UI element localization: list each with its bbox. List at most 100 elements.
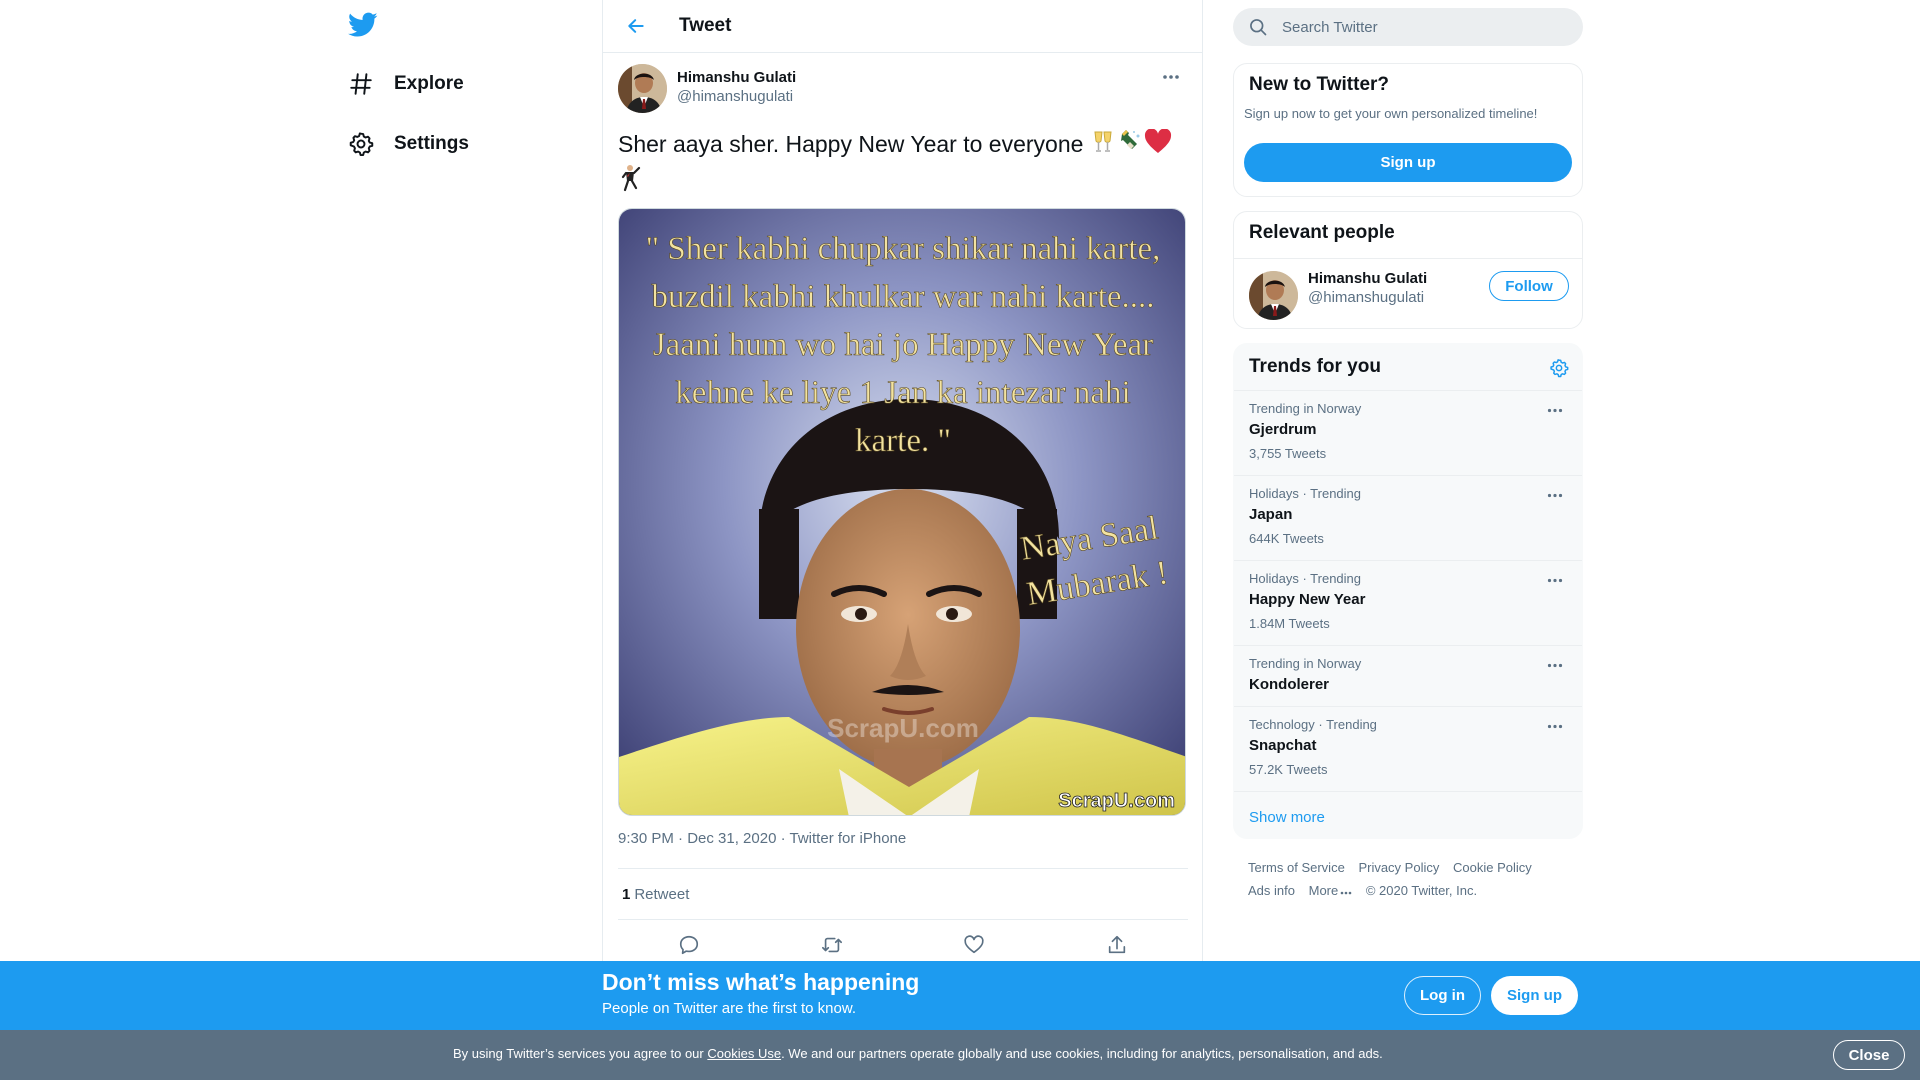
footer-link-cookie[interactable]: Cookie Policy [1453, 860, 1532, 875]
tweet-image[interactable]: " Sher kabhi chupkar shikar nahi karte, … [618, 208, 1186, 816]
image-quote-line-3: Jaani hum wo hai jo Happy New Year [653, 327, 1153, 363]
meta-separator: · [780, 830, 790, 847]
more-dots-icon [1340, 891, 1352, 895]
person-name[interactable]: Himanshu Gulati [1308, 270, 1427, 287]
more-options-icon[interactable] [1542, 569, 1568, 591]
follow-button[interactable]: Follow [1489, 271, 1569, 301]
trends-header: Trends for you [1234, 344, 1582, 390]
banner-subtitle: People on Twitter are the first to know. [602, 1000, 857, 1017]
trends-card: Trends for you Trending in Norway Gjerdr… [1233, 343, 1583, 839]
gear-icon[interactable] [1546, 355, 1572, 381]
footer-link-terms[interactable]: Terms of Service [1248, 860, 1345, 875]
search-icon [1248, 17, 1268, 37]
tweet-source[interactable]: Twitter for iPhone [790, 830, 907, 847]
more-options-icon[interactable] [1542, 399, 1568, 421]
card-title: Relevant people [1249, 222, 1395, 243]
banner-title: Don’t miss what’s happening [602, 969, 920, 995]
clinking-glasses-icon [1090, 129, 1116, 163]
author-handle[interactable]: @himanshugulati [677, 88, 793, 105]
footer-links: Terms of Service Privacy Policy Cookie P… [1248, 856, 1578, 902]
nav-item-label: Settings [394, 133, 469, 154]
cookies-use-link[interactable]: Cookies Use [707, 1046, 781, 1061]
trend-item[interactable]: Trending in Norway Gjerdrum 3,755 Tweets [1234, 390, 1582, 475]
arrow-left-icon[interactable] [619, 9, 653, 43]
more-options-icon[interactable] [1542, 715, 1568, 737]
signup-button[interactable]: Sign up [1491, 976, 1578, 1015]
card-title: Trends for you [1249, 356, 1381, 377]
trend-context: Holidays · Trending [1249, 571, 1361, 586]
trend-item[interactable]: Technology · Trending Snapchat 57.2K Twe… [1234, 706, 1582, 791]
trend-count: 1.84M Tweets [1249, 616, 1330, 631]
trend-name: Kondolerer [1249, 676, 1330, 693]
more-options-icon[interactable] [1542, 654, 1568, 676]
image-quote-line-1: " Sher kabhi chupkar shikar nahi karte, [646, 231, 1161, 267]
cookie-bar: By using Twitter’s services you agree to… [0, 1030, 1920, 1080]
footer-copyright: © 2020 Twitter, Inc. [1365, 883, 1478, 898]
search-box[interactable] [1233, 8, 1583, 46]
tweet-stats[interactable]: 1 Retweet [618, 869, 1188, 919]
card-subtitle: Sign up now to get your own personalized… [1244, 106, 1538, 121]
trend-count: 3,755 Tweets [1249, 446, 1327, 461]
tweet-time[interactable]: 9:30 PM · Dec 31, 2020 [618, 830, 776, 847]
image-watermark: ScrapU.com [827, 713, 979, 743]
hashtag-icon [348, 71, 374, 97]
trend-count: 644K Tweets [1249, 531, 1324, 546]
red-heart-icon [1144, 128, 1172, 163]
close-button[interactable]: Close [1833, 1040, 1905, 1070]
nav-item-explore[interactable]: Explore [348, 62, 464, 106]
footer-link-more[interactable]: More [1309, 883, 1353, 898]
retweet-count: 1 [622, 885, 631, 903]
trend-item[interactable]: Holidays · Trending Japan 644K Tweets [1234, 475, 1582, 560]
person-row[interactable]: Himanshu Gulati @himanshugulati Follow [1234, 258, 1582, 328]
like-icon[interactable] [957, 928, 991, 962]
trend-context: Trending in Norway [1249, 656, 1362, 671]
main-column: Tweet Himanshu Gulati @himanshugulati Sh… [602, 0, 1203, 1080]
signup-button[interactable]: Sign up [1244, 143, 1572, 182]
more-options-icon[interactable] [1542, 484, 1568, 506]
twitter-bird-icon[interactable] [348, 12, 380, 42]
person-handle[interactable]: @himanshugulati [1308, 289, 1424, 306]
tweet-text-body: Sher aaya sher. Happy New Year to everyo… [618, 131, 1084, 158]
login-button[interactable]: Log in [1404, 976, 1481, 1015]
cookie-text: By using Twitter’s services you agree to… [453, 1046, 1383, 1061]
show-more-link[interactable]: Show more [1234, 791, 1582, 838]
page-title: Tweet [679, 15, 732, 36]
main-header: Tweet [603, 0, 1202, 53]
footer-link-ads[interactable]: Ads info [1248, 883, 1295, 898]
trend-item[interactable]: Trending in Norway Kondolerer [1234, 645, 1582, 706]
trend-item[interactable]: Holidays · Trending Happy New Year 1.84M… [1234, 560, 1582, 645]
trend-name: Gjerdrum [1249, 421, 1317, 438]
champagne-bottle-icon [1116, 128, 1144, 164]
avatar[interactable] [618, 64, 667, 113]
image-quote-line-2: buzdil kabhi khulkar war nahi karte.... [651, 279, 1154, 315]
relevant-people-card: Relevant people Himanshu Gulati @himansh… [1233, 211, 1583, 329]
tweet: Himanshu Gulati @himanshugulati Sher aay… [603, 64, 1202, 970]
card-title: New to Twitter? [1249, 74, 1390, 95]
gear-icon [348, 131, 374, 157]
reply-icon[interactable] [672, 928, 706, 962]
image-quote-line-5: karte. " [855, 423, 951, 459]
tweet-text: Sher aaya sher. Happy New Year to everyo… [618, 128, 1188, 200]
trend-context: Technology · Trending [1249, 717, 1377, 732]
tweet-meta: 9:30 PM · Dec 31, 2020 · Twitter for iPh… [618, 830, 1188, 854]
retweet-icon[interactable] [815, 928, 849, 962]
tweet-author: Himanshu Gulati @himanshugulati [618, 64, 1188, 128]
footer-link-privacy[interactable]: Privacy Policy [1358, 860, 1439, 875]
trend-context: Trending in Norway [1249, 401, 1362, 416]
share-icon[interactable] [1100, 928, 1134, 962]
trend-name: Japan [1249, 506, 1293, 523]
footer-link-more-label: More [1308, 883, 1339, 898]
signup-banner: Don’t miss what’s happening People on Tw… [0, 961, 1920, 1030]
author-name[interactable]: Himanshu Gulati [677, 69, 796, 86]
search-input[interactable] [1282, 18, 1562, 36]
trend-count: 57.2K Tweets [1249, 762, 1328, 777]
dancing-man-icon [618, 164, 644, 200]
trend-name: Snapchat [1249, 737, 1317, 754]
cookie-text-after: . We and our partners operate globally a… [781, 1046, 1383, 1061]
trend-context: Holidays · Trending [1249, 486, 1361, 501]
avatar[interactable] [1249, 271, 1298, 320]
nav-item-settings[interactable]: Settings [348, 122, 469, 166]
image-quote-line-4: kehne ke liye 1 Jan ka intezar nahi [675, 375, 1130, 411]
new-to-twitter-card: New to Twitter? Sign up now to get your … [1233, 63, 1583, 197]
more-options-icon[interactable] [1154, 64, 1188, 90]
